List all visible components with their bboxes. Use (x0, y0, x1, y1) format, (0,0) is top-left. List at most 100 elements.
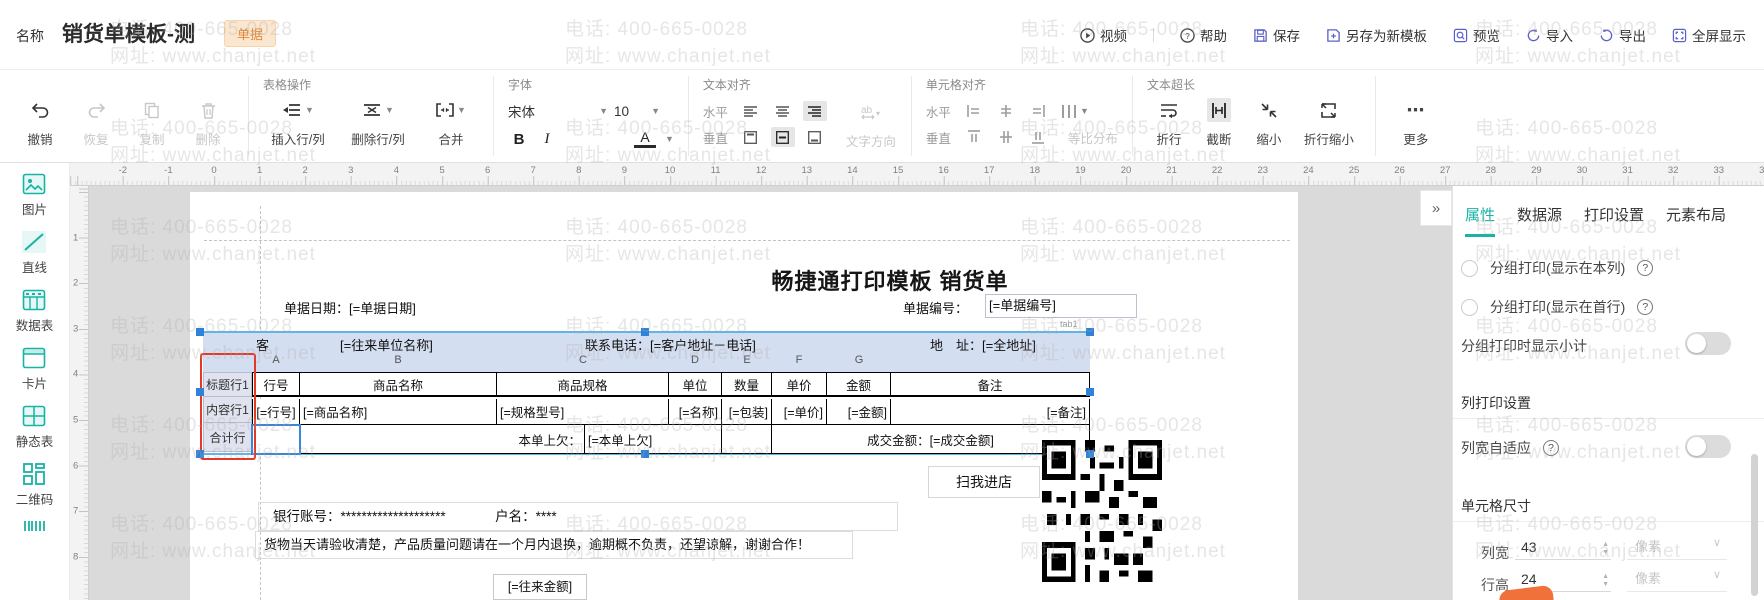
header-cell[interactable]: 商品规格 (497, 373, 669, 395)
sidebar-item-card[interactable]: 卡片 (22, 347, 47, 392)
date-field[interactable]: 单据日期：[=单据日期] (284, 298, 416, 317)
save-button[interactable]: 保存 (1253, 25, 1300, 45)
table-header-row[interactable]: 行号 商品名称 商品规格 单位 数量 单价 金额 备注 (252, 372, 1090, 397)
font-size-select[interactable]: 10▼ (614, 104, 660, 119)
group-print-col-radio[interactable] (1461, 260, 1478, 277)
copy-button[interactable]: 复制 (126, 98, 178, 148)
handle-top-left[interactable] (196, 328, 204, 336)
field-cell[interactable]: [=备注] (891, 399, 1090, 424)
field-cell[interactable]: [=金额] (827, 399, 891, 424)
auto-width-toggle[interactable] (1685, 435, 1731, 458)
handle-bottom-right[interactable] (1086, 450, 1094, 458)
header-cell[interactable]: 行号 (252, 373, 300, 395)
tab-datasource[interactable]: 数据源 (1517, 204, 1562, 237)
header-cell[interactable]: 单价 (772, 373, 827, 395)
wrap-shrink-button[interactable]: 折行缩小 (1297, 98, 1361, 148)
header-cell[interactable]: 备注 (891, 373, 1090, 395)
insert-row-col-button[interactable]: ▼ 插入行/列 (263, 98, 333, 148)
truncate-button[interactable]: 截断 (1197, 98, 1241, 148)
handle-mid-left[interactable] (196, 388, 204, 396)
template-page[interactable]: 畅捷通打印模板 销货单 单据日期：[=单据日期] 单据编号： [=单据编号] t… (190, 192, 1298, 600)
export-button[interactable]: 导出 (1599, 25, 1646, 45)
header-cell[interactable]: 金额 (827, 373, 891, 395)
sidebar-item-qrcode[interactable]: 二维码 (16, 463, 54, 508)
sidebar-item-image[interactable]: 图片 (22, 173, 47, 218)
design-canvas[interactable]: 畅捷通打印模板 销货单 单据日期：[=单据日期] 单据编号： [=单据编号] t… (89, 186, 1452, 600)
font-color-caret[interactable]: ▼ (665, 134, 674, 144)
preview-button[interactable]: 预览 (1453, 25, 1500, 45)
more-button[interactable]: ⋯ 更多 (1390, 98, 1442, 148)
sidebar-item-line[interactable]: 直线 (22, 231, 47, 276)
total-empty-cell[interactable] (722, 425, 772, 453)
subtotal-toggle[interactable] (1685, 332, 1731, 355)
wrap-button[interactable]: 折行 (1147, 98, 1191, 148)
header-cell[interactable]: 单位 (669, 373, 722, 395)
bank-account-row[interactable]: 银行账号：******************** 户名：**** (258, 502, 898, 531)
selected-cell-outline[interactable] (251, 424, 301, 455)
panel-collapse-button[interactable]: » (1420, 190, 1452, 226)
font-family-select[interactable]: 宋体▼ (508, 101, 608, 121)
cell-align-left-icon[interactable] (962, 101, 986, 121)
table-total-row[interactable]: 本单上欠： [=本单上欠] 成交金额：[=成交金额] (252, 425, 1090, 454)
align-left-button[interactable] (739, 101, 763, 121)
font-color-button[interactable]: A (634, 130, 656, 148)
qr-code[interactable] (1042, 440, 1162, 582)
italic-button[interactable]: I (536, 131, 558, 148)
doc-title[interactable]: 畅捷通打印模板 销货单 (550, 264, 1230, 296)
tab-element-layout[interactable]: 元素布局 (1666, 204, 1726, 237)
cell-valign-top-icon[interactable] (962, 127, 986, 147)
field-cell[interactable]: [=单价] (772, 399, 827, 424)
help-circle-icon[interactable]: ? (1637, 260, 1653, 276)
tab-print-settings[interactable]: 打印设置 (1584, 204, 1644, 237)
redo-button[interactable]: 恢复 (70, 98, 122, 148)
align-center-button[interactable] (771, 101, 795, 121)
handle-top-right[interactable] (1086, 328, 1094, 336)
row-height-unit-select[interactable]: 像素∨ (1627, 568, 1727, 592)
text-direction-button[interactable]: ab▾ 文字方向 (845, 100, 897, 150)
cell-align-center-h-icon[interactable] (994, 101, 1018, 121)
shrink-button[interactable]: 缩小 (1247, 98, 1291, 148)
bold-button[interactable]: B (508, 131, 530, 148)
sidebar-item-partial[interactable] (23, 521, 47, 531)
valign-top-button[interactable] (739, 127, 763, 147)
field-cell[interactable]: [=规格型号] (497, 399, 669, 424)
cell-valign-middle-icon[interactable] (994, 127, 1018, 147)
table-content-row[interactable]: [=行号] [=商品名称] [=规格型号] [=名称] [=包装] [=单价] … (252, 399, 1090, 425)
field-cell[interactable]: [=行号] (252, 399, 300, 424)
merge-cells-button[interactable]: ▼ 合并 (423, 98, 479, 148)
field-cell[interactable]: [=包装] (722, 399, 772, 424)
owe-label-cell[interactable]: 本单上欠： (300, 425, 585, 453)
col-width-steppers[interactable]: ▲▼ (1602, 542, 1609, 556)
field-cell[interactable]: [=商品名称] (300, 399, 497, 424)
col-width-input[interactable]: 43 ▲▼ (1515, 539, 1611, 560)
help-button[interactable]: ? 帮助 (1180, 25, 1227, 45)
handle-bottom-left[interactable] (196, 450, 204, 458)
handle-bottom-center[interactable] (641, 450, 649, 458)
columns-distribute-icon[interactable]: ▼ (1058, 101, 1092, 121)
band-phone[interactable]: 联系电话：[=客户地址－电话] (585, 335, 756, 354)
cell-valign-bottom-icon[interactable] (1026, 127, 1050, 147)
valign-middle-button[interactable] (771, 127, 795, 147)
valign-bottom-button[interactable] (803, 127, 827, 147)
qr-caption-box[interactable]: 扫我进店 (928, 466, 1040, 498)
fullscreen-button[interactable]: 全屏显示 (1672, 25, 1746, 45)
amount-field[interactable]: [=往来金额] (493, 574, 587, 600)
import-button[interactable]: 导入 (1526, 25, 1573, 45)
band-customer-value[interactable]: [=往来单位名称] (340, 335, 433, 354)
handle-top-center[interactable] (641, 328, 649, 336)
customer-band[interactable]: 客 [=往来单位名称] 联系电话：[=客户地址－电话] 地 址：[=全地址] A… (203, 332, 1090, 372)
sidebar-item-static-table[interactable]: 静态表 (16, 405, 54, 450)
terms-row[interactable]: 货物当天请验收清楚，产品质量问题请在一个月内退换，逾期概不负责，还望谅解，谢谢合… (255, 531, 853, 559)
header-cell[interactable]: 商品名称 (300, 373, 497, 395)
undo-button[interactable]: 撤销 (14, 98, 66, 148)
cell-align-right-icon[interactable] (1026, 101, 1050, 121)
band-customer[interactable]: 客 (256, 335, 269, 354)
delete-button[interactable]: 删除 (182, 98, 234, 148)
tab-properties[interactable]: 属性 (1465, 204, 1495, 237)
field-cell[interactable]: [=名称] (669, 399, 722, 424)
delete-row-col-button[interactable]: ▼ 删除行/列 (343, 98, 413, 148)
sidebar-item-data-table[interactable]: 数据表 (16, 289, 54, 334)
header-cell[interactable]: 数量 (722, 373, 772, 395)
align-right-button[interactable] (803, 101, 827, 121)
save-as-button[interactable]: 另存为新模板 (1326, 25, 1427, 45)
